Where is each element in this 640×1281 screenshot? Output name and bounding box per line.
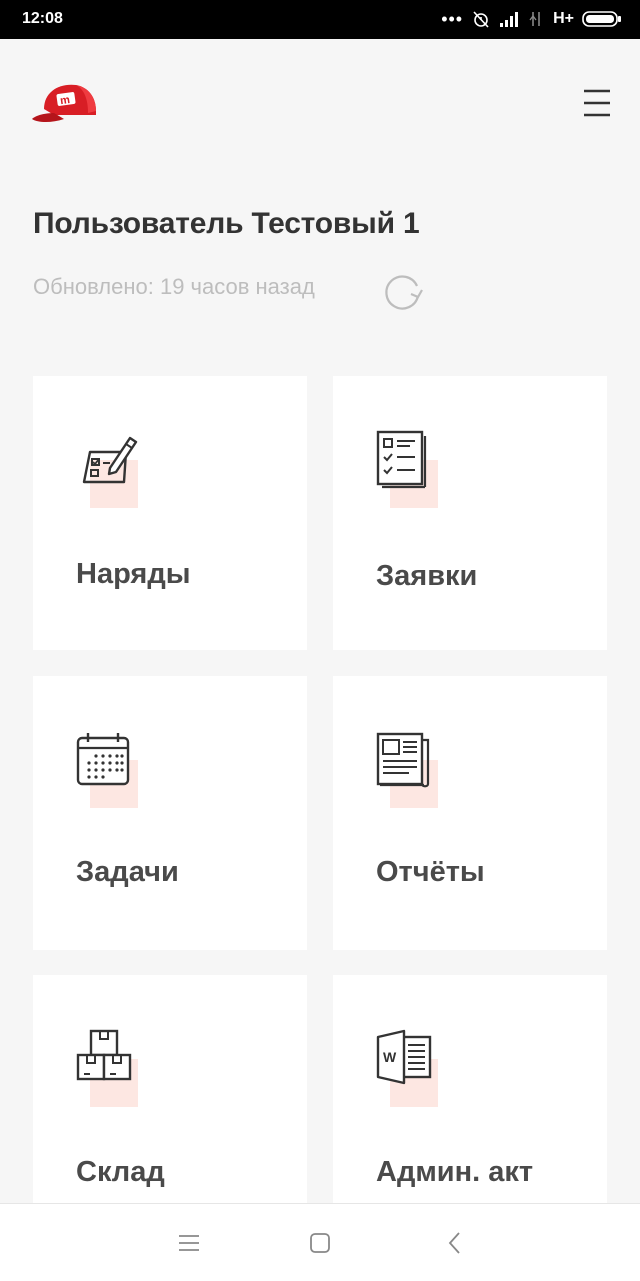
calendar-icon xyxy=(76,733,130,786)
tile-icon xyxy=(76,1029,140,1109)
tile-label: Заявки xyxy=(376,560,478,592)
boxes-icon xyxy=(76,1029,132,1081)
tile-label: Отчёты xyxy=(376,856,485,888)
alarm-off-icon xyxy=(473,11,489,28)
tile-reports[interactable]: Отчёты xyxy=(333,676,607,950)
tile-icon xyxy=(376,730,440,810)
tile-label: Наряды xyxy=(76,558,191,590)
svg-text:W: W xyxy=(383,1049,397,1065)
hamburger-menu-icon[interactable] xyxy=(582,87,612,119)
back-chevron-icon[interactable] xyxy=(440,1228,470,1258)
red-cap-logo: m xyxy=(32,84,96,122)
status-time: 12:08 xyxy=(22,10,63,27)
battery-icon xyxy=(582,11,621,27)
word-document-icon: W xyxy=(376,1029,432,1085)
clipboard-pen-icon xyxy=(82,436,138,484)
svg-text:m: m xyxy=(59,94,71,107)
checklist-icon xyxy=(376,430,427,489)
home-square-icon[interactable] xyxy=(305,1228,335,1258)
signal-icon xyxy=(500,12,519,27)
user-name: Пользователь Тестовый 1 xyxy=(33,207,420,240)
tile-label: Задачи xyxy=(76,856,179,888)
tile-label: Склад xyxy=(76,1156,165,1188)
tile-icon xyxy=(76,430,140,510)
tile-tasks[interactable]: Задачи xyxy=(33,676,307,950)
network-type: H+ xyxy=(553,10,574,27)
tile-label: Админ. акт xyxy=(376,1156,534,1188)
tile-icon xyxy=(376,430,440,510)
tile-requests[interactable]: Заявки xyxy=(333,376,607,650)
status-bar: 12:08 ••• H+ xyxy=(0,0,640,39)
status-icons: ••• H+ xyxy=(441,7,622,31)
newspaper-icon xyxy=(376,732,430,788)
tile-orders[interactable]: Наряды xyxy=(33,376,307,650)
menu-lines-icon[interactable] xyxy=(174,1228,204,1258)
more-dots-icon: ••• xyxy=(441,9,464,29)
system-nav-bar xyxy=(0,1203,640,1281)
updated-text: Обновлено: 19 часов назад xyxy=(33,274,315,299)
app-header: m xyxy=(0,39,640,159)
refresh-icon[interactable] xyxy=(380,268,426,314)
signal-weak-icon xyxy=(529,12,540,26)
tile-icon xyxy=(76,730,140,810)
tile-icon: W xyxy=(376,1029,440,1109)
